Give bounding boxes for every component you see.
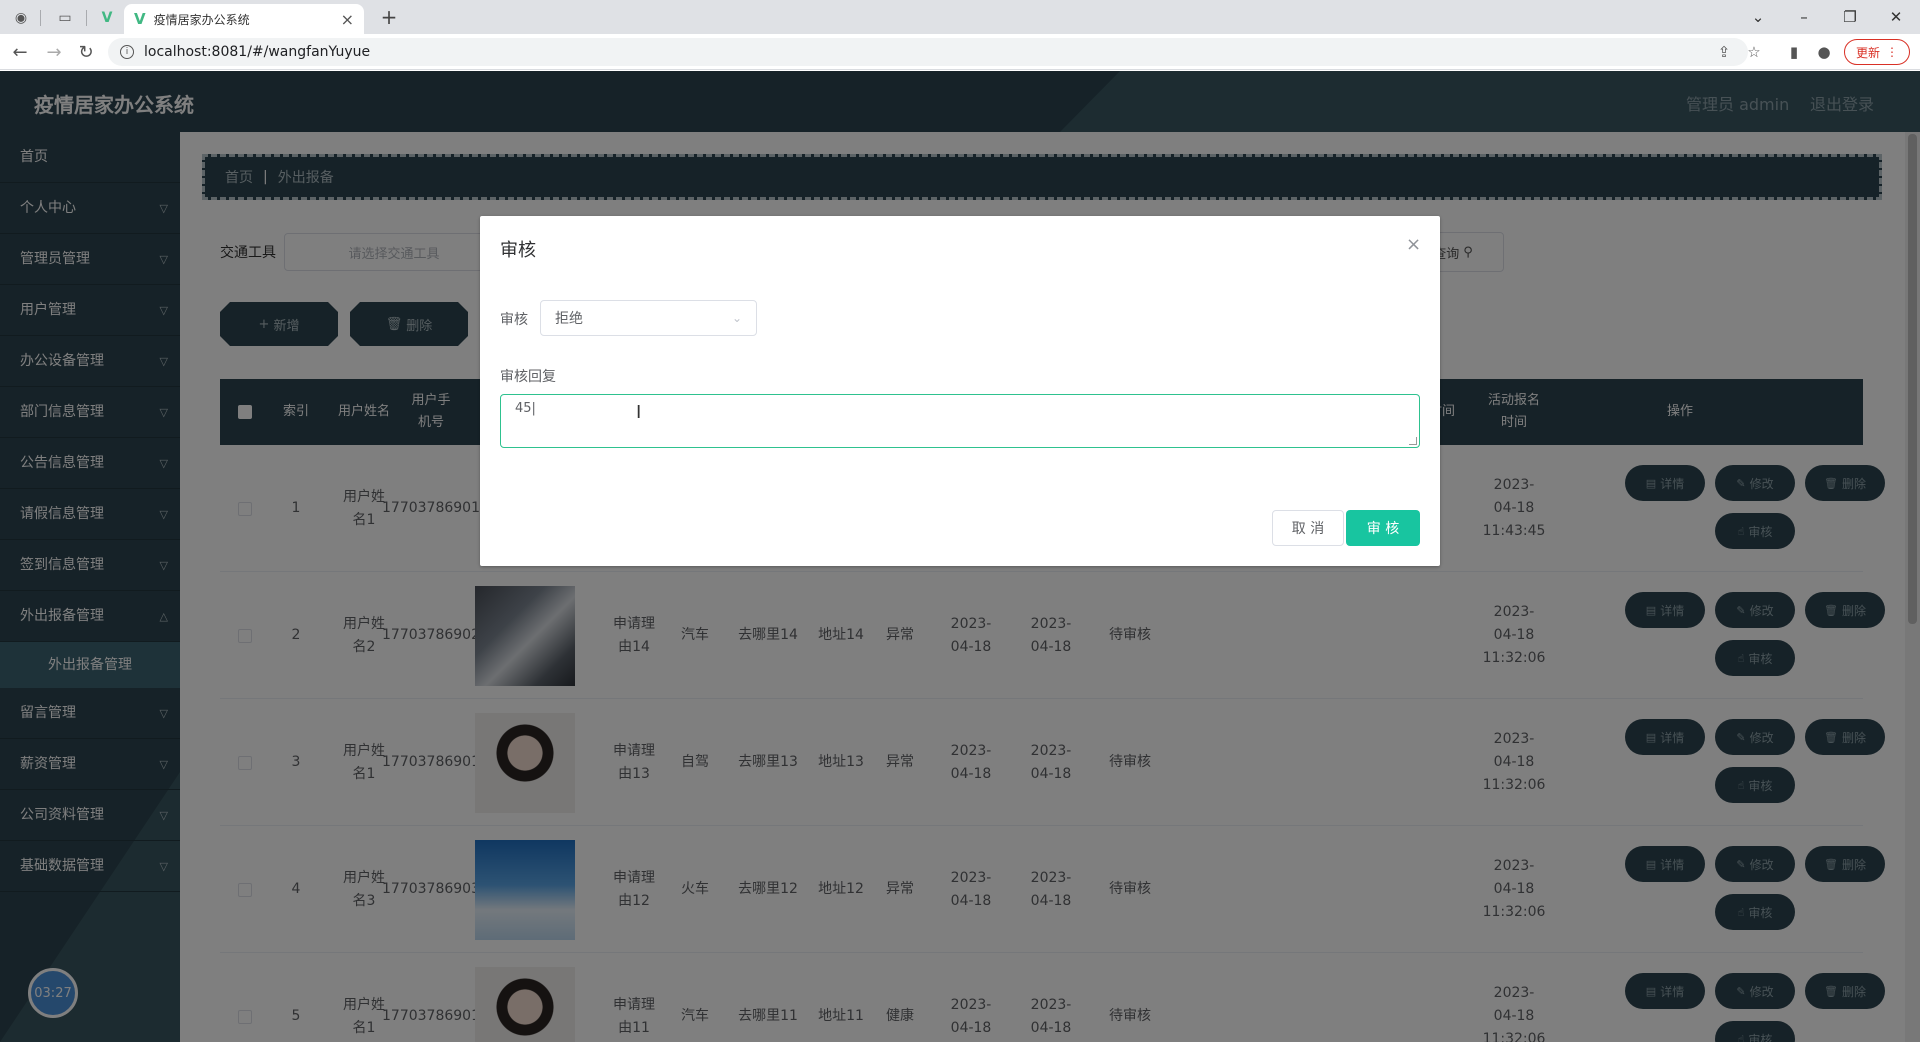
profile-avatar-icon[interactable]: ● [1812,40,1836,64]
blank-tab-icon[interactable]: ▭ [50,6,80,30]
active-tab[interactable]: V 疫情居家办公系统 × [124,4,364,34]
new-tab-button[interactable]: + [376,4,402,30]
url-field[interactable]: i localhost:8081/#/wangfanYuyue [108,38,1748,66]
forward-button[interactable]: → [40,39,68,65]
reload-button[interactable]: ↻ [72,39,100,65]
chevron-down-icon: ⌄ [731,311,742,325]
reply-field-label: 审核回复 [500,369,556,385]
audit-reply-text: 45 [515,401,532,416]
vue-tab-icon[interactable]: V [92,6,122,30]
vue-favicon-icon: V [134,10,146,28]
dialog-close-icon[interactable]: × [1406,234,1421,255]
tab-close-icon[interactable]: × [341,10,354,29]
ibeam-cursor-icon: I [636,402,642,423]
update-label: 更新 [1855,45,1880,60]
audit-dialog: 审核 × 审核 拒绝 ⌄ 审核回复 45| I 取 消 审 核 [480,216,1440,566]
tab-search-chevron-icon[interactable]: ⌄ [1744,4,1772,30]
update-button[interactable]: 更新 ⋮ [1844,39,1910,65]
cancel-button[interactable]: 取 消 [1272,510,1344,546]
restore-button[interactable]: ❐ [1836,4,1864,30]
dialog-title: 审核 [500,240,536,261]
site-info-icon[interactable]: i [120,45,134,59]
tab-title: 疫情居家办公系统 [153,12,250,27]
side-panel-icon[interactable]: ▮ [1782,40,1806,64]
audit-result-value: 拒绝 [555,311,583,327]
browser-tab-bar: ◉ ▭ V V 疫情居家办公系统 × + ⌄ – ❐ ✕ [0,0,1920,34]
address-bar: ← → ↻ i localhost:8081/#/wangfanYuyue ⇪ … [0,34,1920,70]
pinned-tab-icon[interactable]: ◉ [6,6,36,30]
tab-separator [40,10,41,26]
bookmark-star-icon[interactable]: ☆ [1742,40,1766,64]
minimize-button[interactable]: – [1790,4,1818,30]
text-caret: | [531,401,536,416]
tab-separator [86,10,87,26]
confirm-audit-button[interactable]: 审 核 [1346,510,1420,546]
textarea-resize-handle[interactable] [1409,437,1417,445]
url-text: localhost:8081/#/wangfanYuyue [144,44,371,60]
more-menu-icon: ⋮ [1886,45,1898,59]
audit-field-label: 审核 [500,312,528,328]
share-icon[interactable]: ⇪ [1712,40,1736,64]
back-button[interactable]: ← [6,39,34,65]
audit-result-select[interactable]: 拒绝 ⌄ [540,300,757,336]
close-window-button[interactable]: ✕ [1882,4,1910,30]
